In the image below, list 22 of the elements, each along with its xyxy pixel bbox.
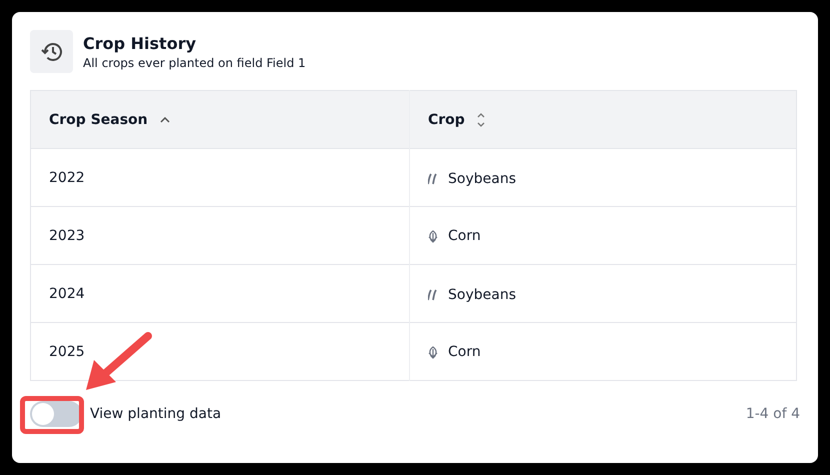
table-cell: Corn	[410, 206, 796, 264]
table-cell: 2024	[30, 264, 410, 322]
history-icon	[30, 30, 73, 73]
toggle-label: View planting data	[90, 406, 222, 422]
table-cell: 2022	[30, 148, 410, 206]
highlight-frame	[20, 396, 84, 434]
sort-ascending-icon[interactable]	[160, 116, 170, 122]
pod-icon	[428, 288, 438, 300]
corn-icon	[428, 346, 438, 359]
table-cell: Soybeans	[410, 264, 796, 322]
card-title: Crop History	[83, 34, 198, 52]
pod-icon	[428, 172, 438, 184]
column-header[interactable]: Crop Season	[30, 90, 410, 148]
table-cell: Corn	[410, 322, 796, 380]
table-cell: 2023	[30, 206, 410, 264]
table-cell: Soybeans	[410, 148, 796, 206]
card-subtitle: All crops ever planted on field Field 1	[83, 56, 306, 70]
corn-icon	[428, 230, 438, 243]
pagination-text: 1-4 of 4	[746, 406, 800, 422]
sort-icon[interactable]	[476, 112, 485, 128]
column-header[interactable]: Crop	[410, 90, 796, 148]
toggle-switch[interactable]	[30, 401, 82, 427]
